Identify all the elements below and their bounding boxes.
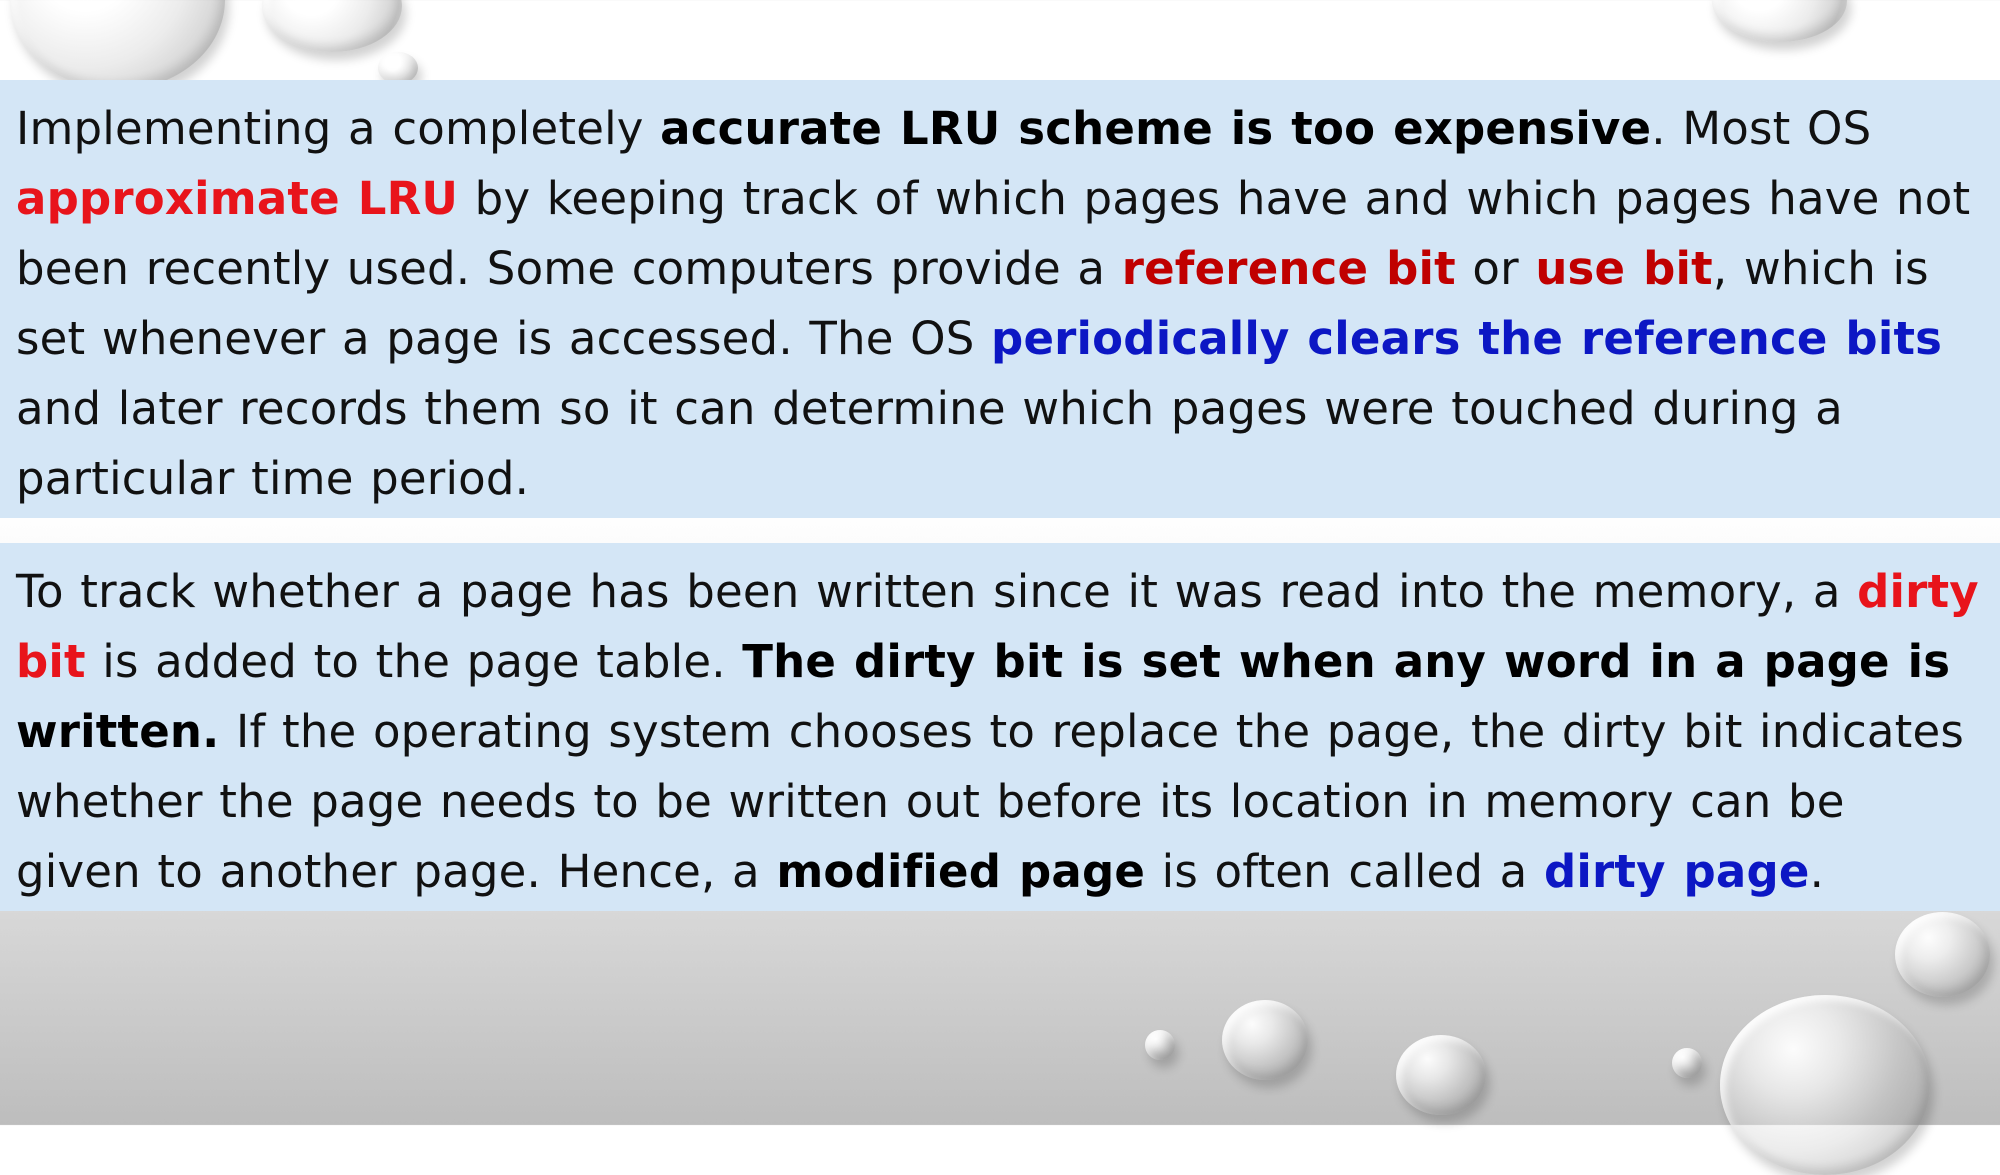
water-drop-decoration <box>1895 912 1990 997</box>
keyword-reference-bit: reference bit <box>1121 242 1456 295</box>
water-drop-decoration <box>1672 1048 1702 1078</box>
text-run: . <box>1809 845 1825 898</box>
keyword-dirty-page: dirty page <box>1543 845 1810 898</box>
keyword-use-bit: use bit <box>1535 242 1713 295</box>
text-band-lru: Implementing a completely accurate LRU s… <box>0 80 2000 518</box>
paragraph-lru-approximation: Implementing a completely accurate LRU s… <box>16 94 1984 514</box>
keyword-approximate-lru: approximate LRU <box>16 172 459 225</box>
keyword-accurate-lru: accurate LRU scheme is too expensive <box>660 102 1652 155</box>
water-drop-decoration <box>1145 1030 1175 1060</box>
text-run: Implementing a completely <box>16 102 661 155</box>
text-run: and later records them so it can determi… <box>16 382 1843 505</box>
paragraph-dirty-bit: To track whether a page has been written… <box>16 557 1984 907</box>
water-drop-decoration <box>1720 995 1930 1175</box>
water-drop-decoration <box>1222 1000 1308 1080</box>
keyword-modified-page: modified page <box>776 845 1146 898</box>
keyword-periodically-clears: periodically clears the reference bits <box>991 312 1943 365</box>
water-drop-decoration <box>1712 0 1847 42</box>
text-run: is often called a <box>1145 845 1544 898</box>
text-run: . Most OS <box>1651 102 1872 155</box>
water-drop-decoration <box>1396 1035 1486 1115</box>
text-run: or <box>1455 242 1536 295</box>
text-run: To track whether a page has been written… <box>16 565 1858 618</box>
water-drop-decoration <box>10 0 225 90</box>
text-run: is added to the page table. <box>85 635 743 688</box>
text-band-dirty-bit: To track whether a page has been written… <box>0 543 2000 911</box>
water-drop-decoration <box>262 0 402 52</box>
